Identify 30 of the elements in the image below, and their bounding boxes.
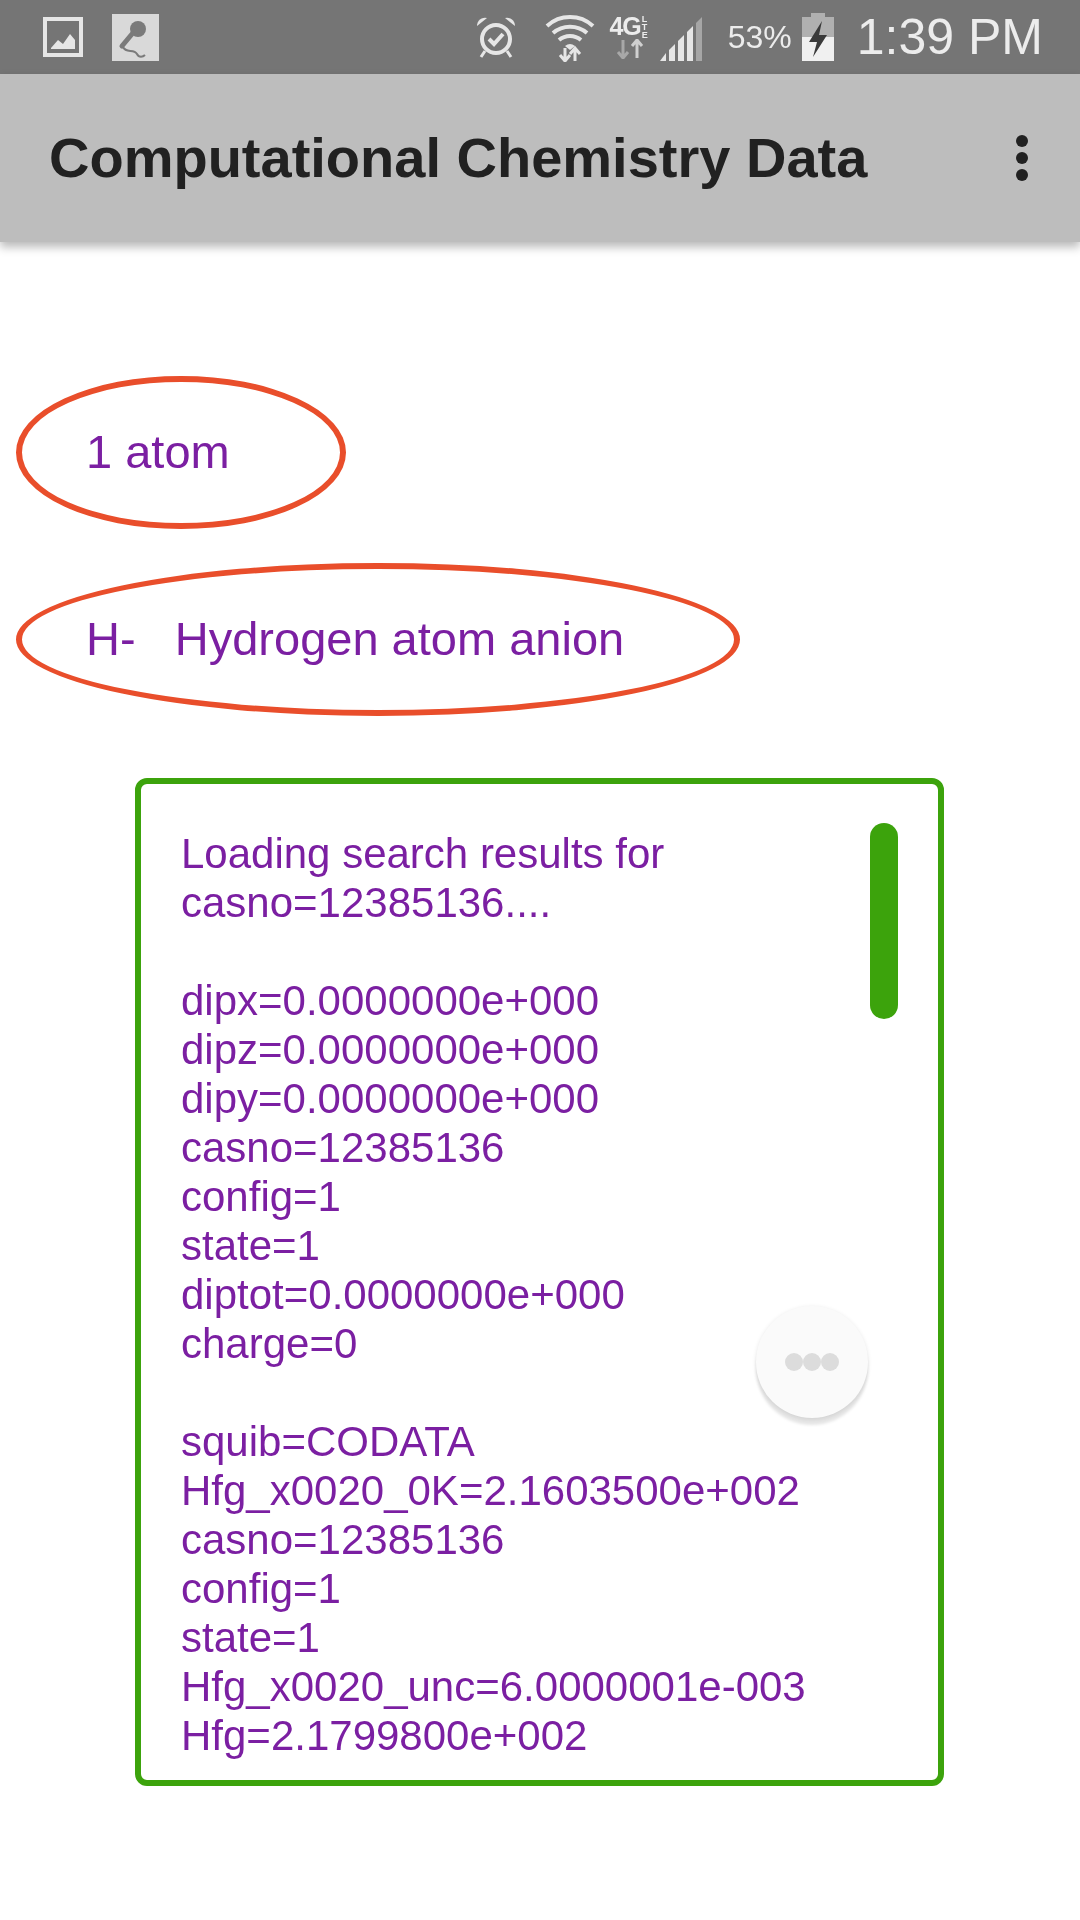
result-line: Hfg_x0020_unc=6.0000001e-003 <box>181 1662 806 1711</box>
result-line: dipy=0.0000000e+000 <box>181 1074 600 1123</box>
result-line: dipx=0.0000000e+000 <box>181 976 600 1025</box>
result-line: squib=CODATA <box>181 1417 475 1466</box>
network-sub-label: LTE <box>641 15 649 39</box>
result-line: casno=12385136 <box>181 1515 505 1564</box>
result-line: config=1 <box>181 1564 341 1613</box>
result-line: charge=0 <box>181 1319 358 1368</box>
wifi-icon <box>545 12 596 62</box>
result-line: config=1 <box>181 1172 341 1221</box>
ellipsis-icon <box>785 1353 839 1371</box>
list-item[interactable]: H- Hydrogen atom anion <box>86 611 625 668</box>
battery-charging-icon <box>800 13 835 61</box>
result-line: state=1 <box>181 1613 320 1662</box>
kebab-icon <box>1016 135 1028 181</box>
image-icon <box>43 17 83 57</box>
list-item[interactable]: 1 atom <box>86 424 230 481</box>
microphone-icon <box>112 13 159 61</box>
status-time: 1:39 PM <box>856 12 1043 62</box>
result-line: Loading search results for casno=12385136.... <box>181 829 666 927</box>
network-type-label: 4G <box>609 15 641 37</box>
result-line: Hfg_x0020_0K=2.1603500e+002 <box>181 1466 800 1515</box>
data-arrows-icon <box>615 39 646 59</box>
battery-percent: 53% <box>727 21 792 53</box>
result-line: dipz=0.0000000e+000 <box>181 1025 600 1074</box>
app-title: Computational Chemistry Data <box>49 125 868 192</box>
result-line: state=1 <box>181 1221 320 1270</box>
result-line: diptot=0.0000000e+000 <box>181 1270 625 1319</box>
result-line: Hfg=2.1799800e+002 <box>181 1711 588 1760</box>
result-line: casno=12385136 <box>181 1123 505 1172</box>
